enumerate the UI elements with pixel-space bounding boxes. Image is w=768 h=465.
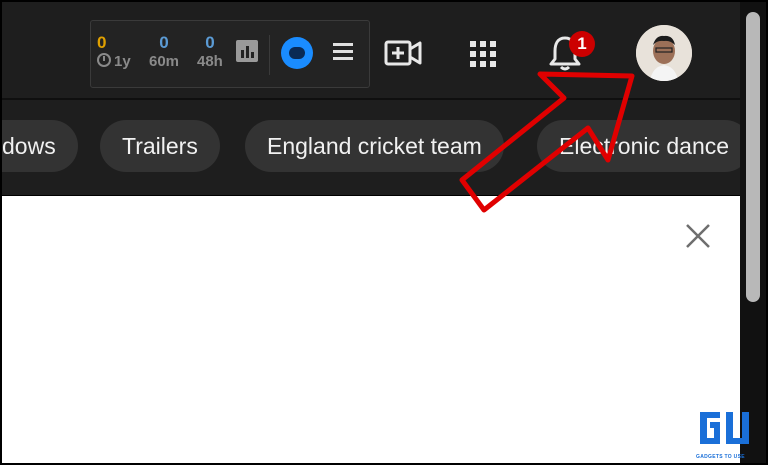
red-arrow-annotation (459, 71, 635, 213)
watermark-text: GADGETS TO USE (696, 454, 745, 460)
window-frame: 0 1y 0 60m 0 48h 1 dows Trailers England… (0, 0, 768, 465)
gadgets-to-use-logo: GADGETS TO USE (696, 408, 754, 460)
gtu-logo-mark (700, 412, 749, 444)
